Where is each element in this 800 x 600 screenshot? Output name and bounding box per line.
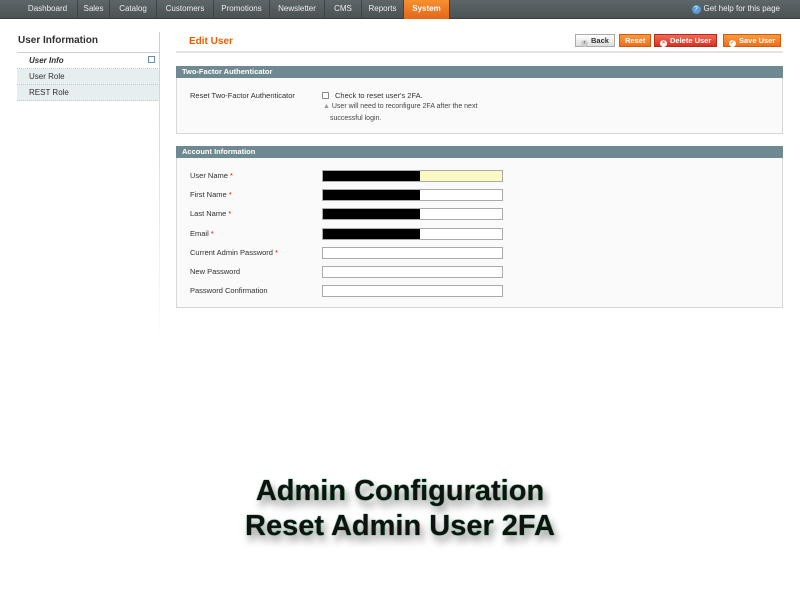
password-confirmation-input[interactable] <box>322 285 503 297</box>
redacted-value <box>323 190 420 200</box>
reset-button[interactable]: Reset <box>619 34 652 47</box>
required-marker: * <box>228 190 232 199</box>
password-confirmation-label: Password Confirmation <box>190 286 268 295</box>
account-section-header: Account Information <box>176 146 783 158</box>
divider <box>159 32 160 352</box>
first-name-input[interactable] <box>322 189 503 201</box>
field-label-text: User Name <box>190 171 228 180</box>
back-button[interactable]: ‹ Back <box>575 34 615 47</box>
collapse-icon <box>148 56 155 63</box>
save-label: Save User <box>739 36 776 45</box>
nav-reports[interactable]: Reports <box>362 0 404 19</box>
sidebar-item-user-role[interactable]: User Role <box>17 69 160 85</box>
back-label: Back <box>591 36 609 45</box>
required-marker: * <box>210 229 214 238</box>
nav-dashboard[interactable]: Dashboard <box>18 0 78 19</box>
two-factor-section <box>176 78 783 134</box>
required-marker: * <box>228 209 232 218</box>
new-password-input[interactable] <box>322 266 503 278</box>
redacted-value <box>323 229 420 239</box>
delete-user-button[interactable]: × Delete User <box>654 34 718 47</box>
email-label: Email * <box>190 229 214 238</box>
nav-sales[interactable]: Sales <box>78 0 110 19</box>
reset-2fa-note-cont: successful login. <box>330 115 382 122</box>
reset-2fa-checkbox-label: Check to reset user's 2FA. <box>335 91 423 100</box>
help-link[interactable]: ? Get help for this page <box>691 0 781 18</box>
field-label-text: Email <box>190 229 209 238</box>
field-label-text: First Name <box>190 190 227 199</box>
required-marker: * <box>275 248 278 257</box>
first-name-label: First Name * <box>190 190 232 199</box>
nav-promotions[interactable]: Promotions <box>214 0 270 19</box>
sidebar-item-rest-role[interactable]: REST Role <box>17 85 160 101</box>
overlay-caption: Admin Configuration Reset Admin User 2FA <box>0 474 800 544</box>
redacted-value <box>323 171 420 181</box>
back-icon: ‹ <box>581 40 588 47</box>
last-name-label: Last Name * <box>190 209 231 218</box>
top-nav: Dashboard Sales Catalog Customers Promot… <box>0 0 800 19</box>
nav-cms[interactable]: CMS <box>325 0 362 19</box>
sidebar-item-user-info[interactable]: User Info <box>17 53 160 69</box>
sidebar-title: User Information <box>17 32 160 53</box>
field-label-text: Last Name <box>190 209 227 218</box>
divider <box>176 51 783 53</box>
save-user-button[interactable]: ✓ Save User <box>723 34 782 47</box>
reset-2fa-label: Reset Two-Factor Authenticator <box>190 91 295 100</box>
delete-label: Delete User <box>670 36 712 45</box>
help-label: Get help for this page <box>703 4 781 13</box>
warning-icon: ▲ <box>323 103 332 110</box>
new-password-label: New Password <box>190 267 240 276</box>
required-marker: * <box>230 171 233 180</box>
redacted-value <box>323 209 420 219</box>
overlay-line-1: Admin Configuration <box>255 475 545 507</box>
user-name-label: User Name * <box>190 171 233 180</box>
nav-customers[interactable]: Customers <box>157 0 214 19</box>
sidebar-item-label: User Info <box>29 56 64 65</box>
current-admin-password-label: Current Admin Password * <box>190 248 278 257</box>
field-label-text: New Password <box>190 267 241 276</box>
reset-2fa-note: ▲ User will need to reconfigure 2FA afte… <box>323 103 477 110</box>
email-input[interactable] <box>322 228 503 240</box>
two-factor-section-header: Two-Factor Authenticator <box>176 66 783 78</box>
last-name-input[interactable] <box>322 208 503 220</box>
nav-catalog[interactable]: Catalog <box>110 0 157 19</box>
user-name-input[interactable] <box>322 170 503 182</box>
field-label-text: Password Confirmation <box>190 286 268 295</box>
check-icon: ✓ <box>729 40 736 47</box>
note-line: User will need to reconfigure 2FA after … <box>331 103 478 110</box>
delete-icon: × <box>660 40 667 47</box>
reset-2fa-checkbox[interactable] <box>322 92 329 99</box>
field-label-text: Current Admin Password <box>190 248 273 257</box>
help-icon: ? <box>691 5 701 14</box>
nav-system[interactable]: System <box>404 0 450 19</box>
nav-newsletter[interactable]: Newsletter <box>270 0 325 19</box>
current-admin-password-input[interactable] <box>322 247 503 259</box>
overlay-line-2: Reset Admin User 2FA <box>245 510 555 542</box>
page-title: Edit User <box>189 36 233 47</box>
sidebar: User Information User Info User Role RES… <box>17 32 160 101</box>
